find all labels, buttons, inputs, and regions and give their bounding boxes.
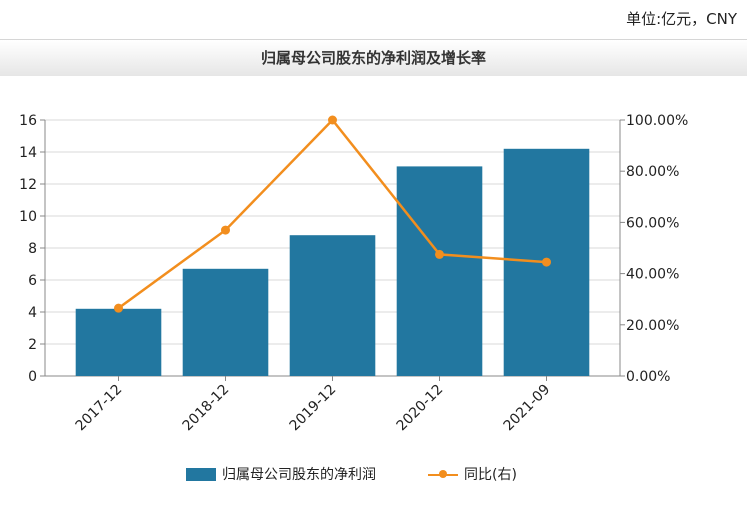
- y-right-tick-label: 60.00%: [626, 215, 679, 231]
- bar: [182, 268, 269, 376]
- legend-item-line[interactable]: 同比(右): [428, 462, 517, 486]
- y-left-tick-label: 8: [28, 241, 37, 257]
- bar: [289, 235, 376, 376]
- legend: 归属母公司股东的净利润 同比(右): [0, 462, 747, 486]
- y-right-tick-label: 20.00%: [626, 318, 679, 334]
- y-left-tick-label: 0: [28, 369, 37, 385]
- legend-item-bars[interactable]: 归属母公司股东的净利润: [186, 462, 376, 486]
- x-tick-label: 2019-12: [287, 382, 340, 435]
- y-left-tick-label: 12: [19, 177, 37, 193]
- legend-bar-swatch: [186, 467, 216, 481]
- y-left-tick-label: 14: [19, 145, 37, 161]
- bar: [75, 308, 162, 376]
- y-left-tick-label: 10: [19, 209, 37, 225]
- y-left-tick-label: 6: [28, 273, 37, 289]
- line-point: [542, 257, 551, 267]
- x-tick-label: 2017-12: [73, 382, 126, 435]
- y-right-tick-label: 40.00%: [626, 267, 679, 283]
- legend-line-swatch: [428, 468, 458, 481]
- y-left-tick-label: 16: [19, 113, 37, 129]
- y-left-tick-label: 4: [28, 305, 37, 321]
- line-point: [221, 225, 230, 235]
- chart: 0 2 4 6 8 10 12 14 16 0.00% 20.00% 40.00% 60.00% 80.0…: [19, 113, 688, 435]
- x-tick-label: 2021-09: [501, 382, 554, 435]
- y-right-tick-label: 0.00%: [626, 369, 670, 385]
- line-point: [435, 249, 444, 259]
- x-tick-label: 2018-12: [180, 382, 233, 435]
- legend-bar-label: 归属母公司股东的净利润: [222, 467, 376, 483]
- y-right-tick-label: 100.00%: [626, 113, 688, 129]
- y-right-tick-label: 80.00%: [626, 164, 679, 180]
- legend-line-label: 同比(右): [464, 467, 517, 483]
- line-point: [328, 115, 337, 125]
- bar: [396, 166, 483, 376]
- x-tick-label: 2020-12: [394, 382, 447, 435]
- line-point: [114, 303, 123, 313]
- y-left-tick-label: 2: [28, 337, 37, 353]
